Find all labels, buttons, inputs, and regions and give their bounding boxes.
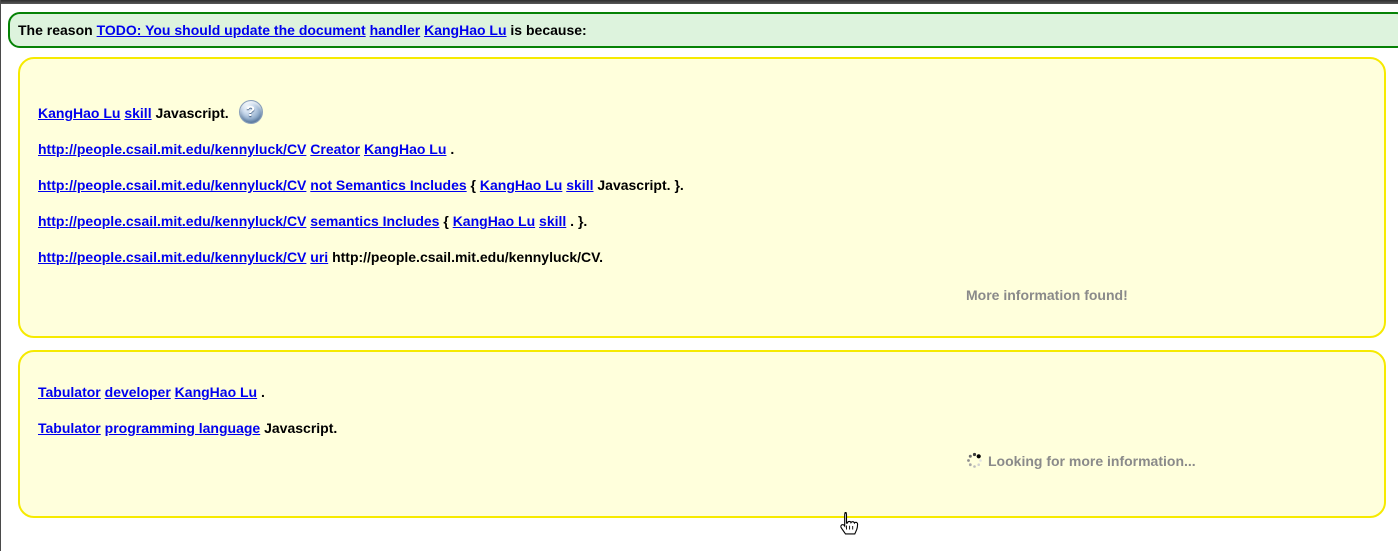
statement-link[interactable]: KangHao Lu	[424, 22, 506, 38]
statement-link[interactable]: Tabulator	[38, 384, 101, 400]
statement-row: http://people.csail.mit.edu/kennyluck/CV…	[38, 131, 1364, 167]
statement-text: The reason	[18, 22, 93, 38]
justification-box-looking: Tabulator developer KangHao Lu .Tabulato…	[18, 350, 1386, 518]
statement-link[interactable]: TODO: You should update the document	[97, 22, 366, 38]
statement-link[interactable]: skill	[124, 105, 151, 121]
statement-link[interactable]: KangHao Lu	[175, 384, 257, 400]
statement-row: http://people.csail.mit.edu/kennyluck/CV…	[38, 203, 1364, 239]
reason-header-text: The reason TODO: You should update the d…	[18, 22, 587, 38]
statement-link[interactable]: developer	[105, 384, 171, 400]
statement-row: Tabulator developer KangHao Lu .	[38, 374, 1364, 410]
statement-link[interactable]: skill	[539, 213, 566, 229]
statement-link[interactable]: programming language	[105, 420, 261, 436]
statement-link[interactable]: http://people.csail.mit.edu/kennyluck/CV	[38, 213, 306, 229]
statement-text: Javascript.	[155, 105, 228, 121]
statement-text: {	[443, 213, 448, 229]
status-row: Looking for more information...	[966, 452, 1196, 469]
statement-link[interactable]: semantics Includes	[310, 213, 439, 229]
statement-text: }.	[578, 213, 587, 229]
statement-link[interactable]: http://people.csail.mit.edu/kennyluck/CV	[38, 177, 306, 193]
statement-row: KangHao Lu skill Javascript. ?	[38, 95, 1364, 131]
reason-header: The reason TODO: You should update the d…	[8, 12, 1398, 48]
statement-text: Javascript.	[597, 177, 670, 193]
statement-link[interactable]: KangHao Lu	[480, 177, 562, 193]
statement-link[interactable]: uri	[310, 249, 328, 265]
statement-link[interactable]: skill	[566, 177, 593, 193]
page: The reason TODO: You should update the d…	[0, 0, 1398, 551]
hand-cursor-icon	[836, 510, 860, 545]
statement-link[interactable]: handler	[370, 22, 421, 38]
statement-link[interactable]: KangHao Lu	[38, 105, 120, 121]
justification-box-found: KangHao Lu skill Javascript. ?http://peo…	[18, 57, 1386, 338]
statement-text: .	[570, 213, 574, 229]
statement-text: is because:	[510, 22, 586, 38]
statement-text: .	[261, 384, 265, 400]
statement-link[interactable]: not Semantics Includes	[310, 177, 466, 193]
statement-link[interactable]: Creator	[310, 141, 360, 157]
statement-list: Tabulator developer KangHao Lu .Tabulato…	[20, 352, 1384, 446]
statement-row: http://people.csail.mit.edu/kennyluck/CV…	[38, 167, 1364, 203]
statement-text: http://people.csail.mit.edu/kennyluck/CV…	[332, 249, 603, 265]
statement-row: Tabulator programming language Javascrip…	[38, 410, 1364, 446]
loading-spinner-icon	[966, 452, 983, 469]
statement-text: {	[471, 177, 476, 193]
help-question-icon[interactable]: ?	[239, 100, 263, 124]
statement-link[interactable]: http://people.csail.mit.edu/kennyluck/CV	[38, 141, 306, 157]
status-message-looking: Looking for more information...	[988, 453, 1196, 469]
statement-text: }.	[674, 177, 683, 193]
window-top-divider	[1, 0, 1398, 4]
status-message-found: More information found!	[966, 287, 1128, 303]
statement-link[interactable]: http://people.csail.mit.edu/kennyluck/CV	[38, 249, 306, 265]
statement-row: http://people.csail.mit.edu/kennyluck/CV…	[38, 239, 1364, 275]
statement-list: KangHao Lu skill Javascript. ?http://peo…	[20, 59, 1384, 275]
statement-link[interactable]: Tabulator	[38, 420, 101, 436]
statement-link[interactable]: KangHao Lu	[364, 141, 446, 157]
statement-link[interactable]: KangHao Lu	[453, 213, 535, 229]
statement-text: Javascript.	[264, 420, 337, 436]
statement-text: .	[450, 141, 454, 157]
